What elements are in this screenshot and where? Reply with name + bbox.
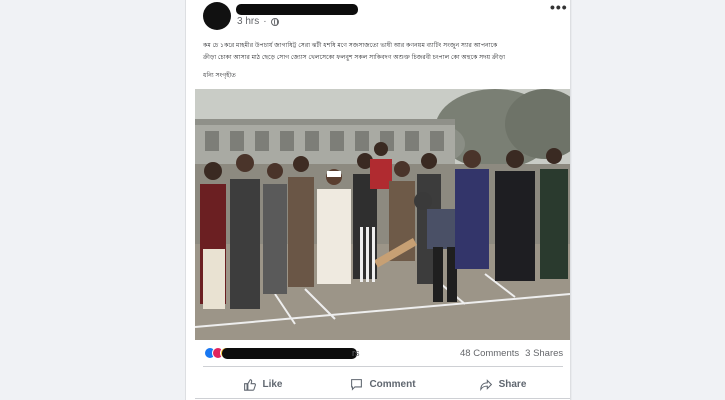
action-bar: Like Comment Share	[203, 371, 563, 397]
post-source-text: ধন্যি সংগৃহীত	[203, 72, 236, 79]
engagement-counts: 48 Comments 3 Shares	[460, 348, 563, 359]
post-body-text: কম চে ১করে মাহমীর উপচার্য জাগাষিট্ট সেরা…	[203, 40, 563, 64]
cricket-photo	[195, 89, 570, 340]
post-text-line: ক্রীড়া চোকা আসার মাঠ ছেড়ে সোগ জ্যোস খে…	[203, 54, 506, 61]
author-avatar[interactable]	[203, 2, 231, 30]
shares-count[interactable]: 3 Shares	[525, 348, 563, 359]
feed-background-right	[572, 0, 725, 400]
card-bottom-border	[195, 398, 570, 399]
author-name-redacted[interactable]	[236, 4, 358, 15]
post-photo[interactable]	[195, 89, 570, 340]
comment-label: Comment	[369, 378, 416, 390]
more-options-icon[interactable]: •••	[550, 0, 568, 15]
share-label: Share	[498, 378, 527, 390]
share-arrow-icon	[479, 378, 492, 391]
action-divider	[203, 366, 563, 367]
like-label: Like	[262, 378, 283, 390]
comment-button[interactable]: Comment	[323, 371, 443, 397]
post-timestamp[interactable]: 3 hrs ·	[237, 16, 279, 27]
speech-bubble-icon	[351, 378, 363, 391]
comments-count[interactable]: 48 Comments	[460, 348, 519, 359]
post-text-line: কম চে ১করে মাহমীর উপচার্য জাগাষিট্ট সেরা…	[203, 42, 498, 49]
timestamp-text[interactable]: 3 hrs	[237, 16, 259, 27]
feed-background-left	[0, 0, 185, 400]
reaction-suffix: rs	[352, 348, 360, 358]
thumbs-up-icon	[244, 378, 257, 391]
like-button[interactable]: Like	[203, 371, 323, 397]
reaction-names-redacted[interactable]	[222, 348, 357, 359]
share-button[interactable]: Share	[443, 371, 563, 397]
globe-icon	[270, 17, 279, 26]
